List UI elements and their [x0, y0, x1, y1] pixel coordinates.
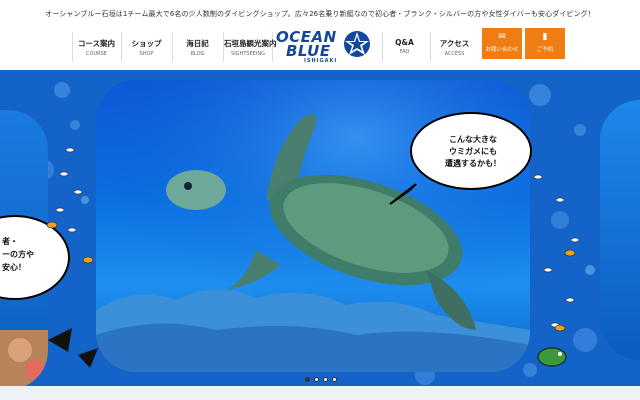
- header-tagline: オーシャンブルー石垣は1チーム最大で6名の少人数制のダイビングショップ。広々26…: [45, 10, 595, 18]
- logo-line3: ISHIGAKI: [304, 58, 338, 64]
- nav-item-sublabel: BLOG: [190, 51, 205, 57]
- slider-dot[interactable]: [305, 377, 310, 382]
- mail-icon: ✉: [498, 32, 506, 42]
- nav-item-label: Q&A: [395, 38, 414, 47]
- nav-item-blog[interactable]: 海日記 BLOG: [172, 32, 222, 62]
- nav-item-faq[interactable]: Q&A FAQ: [382, 32, 426, 62]
- nav-item-sublabel: COURSE: [86, 51, 107, 57]
- nav-item-shop[interactable]: ショップ SHOP: [121, 32, 171, 62]
- reserve-button[interactable]: ▮ ご予約: [525, 28, 565, 59]
- nav-item-sublabel: ACCESS: [444, 51, 465, 57]
- slider-dot[interactable]: [323, 377, 328, 382]
- nav-item-label: アクセス: [439, 39, 470, 48]
- contact-button[interactable]: ✉ お問い合わせ: [482, 28, 522, 59]
- nav-item-label: コース案内: [77, 39, 116, 48]
- nav-item-course[interactable]: コース案内 COURSE: [72, 32, 120, 62]
- content-band: [0, 386, 640, 400]
- phone-icon: ▮: [542, 32, 548, 42]
- slider-dot[interactable]: [332, 377, 337, 382]
- nav-item-sublabel: SHOP: [139, 51, 154, 57]
- nav-item-sublabel: FAQ: [399, 49, 410, 55]
- logo[interactable]: OCEAN BLUE ISHIGAKI: [272, 28, 372, 66]
- nav-item-access[interactable]: アクセス ACCESS: [430, 32, 478, 62]
- nav-item-label: ショップ: [131, 39, 162, 48]
- contact-button-label: お問い合わせ: [485, 47, 519, 53]
- slider-dot[interactable]: [314, 377, 319, 382]
- nav-item-sightseeing[interactable]: 石垣島観光案内 SIGHTSEEING: [223, 32, 277, 62]
- nav-item-label: 海日記: [186, 39, 209, 48]
- reserve-button-label: ご予約: [536, 47, 554, 53]
- slider-pagination: [305, 377, 341, 385]
- nav-item-sublabel: SIGHTSEEING: [231, 51, 265, 57]
- star-icon: [344, 31, 370, 57]
- nav-item-label: 石垣島観光案内: [224, 39, 277, 48]
- fish-decoration: [46, 147, 580, 368]
- hero-slider[interactable]: こんな大きな ウミガメにも 遭遇するかも！ 者・ ーの方や 安心！: [0, 70, 640, 386]
- main-nav: コース案内 COURSE ショップ SHOP 海日記 BLOG 石垣島観光案内 …: [0, 28, 640, 64]
